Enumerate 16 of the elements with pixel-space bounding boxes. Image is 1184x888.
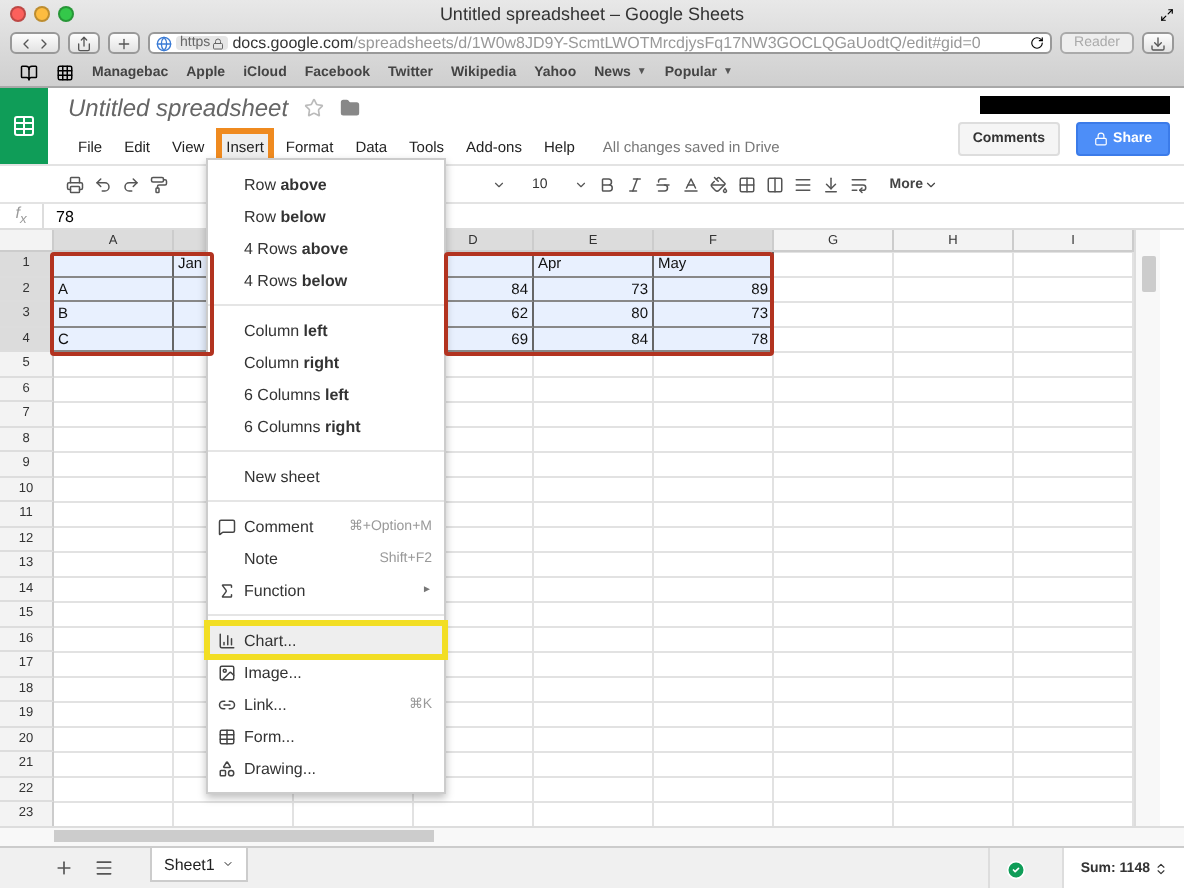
menu-item[interactable]: Image... [208, 656, 444, 688]
menu-item[interactable]: Row below [208, 200, 444, 232]
window-title: Untitled spreadsheet – Google Sheets [437, 4, 747, 24]
menu-item[interactable]: New sheet [208, 460, 444, 492]
sheet-tab[interactable]: Sheet1 [150, 848, 249, 882]
url-text: docs.google.com/spreadsheets/d/1W0w8JD9Y-ScmtLWOTMrcdjysFq17NW3GOCLQGaUodtQ/edit#gid=0 [232, 34, 983, 52]
document-title[interactable]: Untitled spreadsheet [68, 94, 289, 122]
menu-item[interactable]: Chart... [208, 624, 444, 656]
menu-item[interactable]: 6 Columns right [208, 410, 444, 442]
menu-item[interactable]: 6 Columns left [208, 378, 444, 410]
menu-item[interactable]: Column right [208, 346, 444, 378]
formula-value[interactable]: 78 [44, 207, 74, 225]
menu-item[interactable]: Row above [208, 168, 444, 200]
menu-item[interactable]: Drawing... [208, 752, 444, 784]
fx-label: f$_{x}$ [0, 204, 44, 228]
menu-item[interactable]: Form... [208, 720, 444, 752]
